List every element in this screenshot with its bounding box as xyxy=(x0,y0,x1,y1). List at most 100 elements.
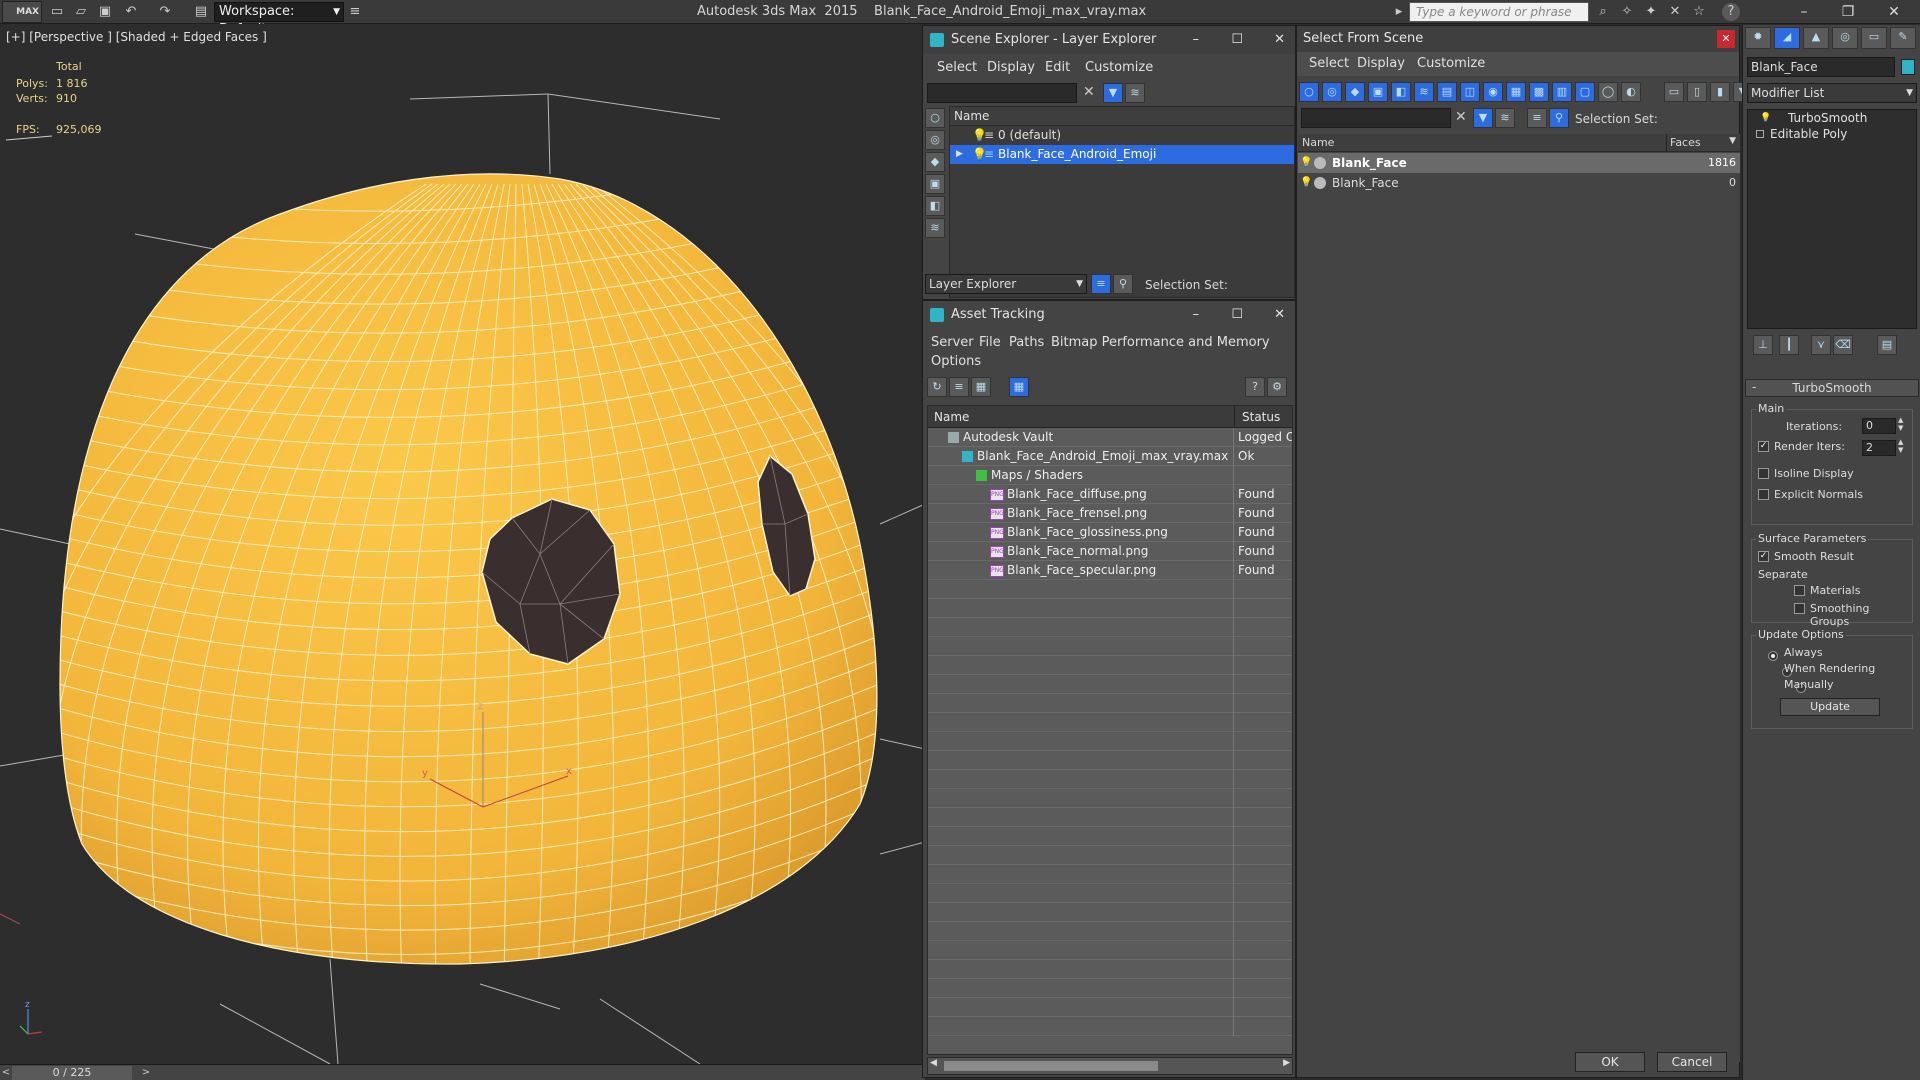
menu-file[interactable]: File xyxy=(979,335,1001,350)
menu-paths[interactable]: Paths xyxy=(1009,335,1044,350)
asset-tracking-titlebar[interactable]: Asset Tracking – ☐ ✕ xyxy=(923,301,1295,329)
display-cameras-icon[interactable]: ▣ xyxy=(925,174,945,194)
maximize-icon[interactable]: ☐ xyxy=(1231,301,1243,329)
stack-item-turbosmooth[interactable]: 💡 TurboSmooth xyxy=(1748,110,1916,126)
display-warps-icon[interactable]: ≋ xyxy=(1414,82,1434,102)
display-containers-icon[interactable]: ▦ xyxy=(1506,82,1526,102)
menu-display[interactable]: Display xyxy=(1357,56,1405,71)
create-tab-icon[interactable]: ✹ xyxy=(1745,27,1771,49)
filter-icon[interactable]: ▼ xyxy=(1103,83,1123,103)
remove-modifier-icon[interactable]: ⌫ xyxy=(1833,335,1853,355)
maximize-icon[interactable]: ☐ xyxy=(1231,26,1243,54)
layer-tools-icon[interactable]: ≋ xyxy=(1495,108,1515,128)
filter-input[interactable] xyxy=(927,83,1077,103)
bulb-icon[interactable]: 💡 xyxy=(1760,110,1771,126)
display-geometry-icon[interactable]: ○ xyxy=(925,108,945,128)
find-input[interactable] xyxy=(1301,108,1451,128)
always-radio[interactable] xyxy=(1768,650,1778,661)
display-none-icon[interactable]: ◯ xyxy=(1598,82,1618,102)
exchange-icon[interactable]: ✕ xyxy=(1666,3,1684,21)
close-icon[interactable]: ✕ xyxy=(1876,0,1912,24)
display-geometry-icon[interactable]: ○ xyxy=(1299,82,1319,102)
settings-icon[interactable]: ⚙ xyxy=(1267,377,1287,397)
display-shapes-icon[interactable]: ◎ xyxy=(1322,82,1342,102)
open-file-icon[interactable]: ▱ xyxy=(72,3,90,21)
scene-explorer-titlebar[interactable]: Scene Explorer - Layer Explorer – ☐ ✕ xyxy=(923,26,1295,54)
select-invert-icon[interactable]: ▮ xyxy=(1710,82,1730,102)
app-logo[interactable]: MAX xyxy=(2,1,42,23)
spinner-arrows-icon[interactable]: ▲ ▼ xyxy=(1898,438,1903,454)
perspective-viewport[interactable]: z y x z [+] [Perspective ] [Shaded + Edg… xyxy=(0,24,925,1064)
display-cameras-icon[interactable]: ▣ xyxy=(1368,82,1388,102)
workspace-dropdown[interactable]: Workspace: Default ▼ xyxy=(214,2,344,37)
search-input[interactable]: Type a keyword or phrase xyxy=(1409,2,1589,22)
clear-find-icon[interactable]: ✕ xyxy=(1455,109,1467,125)
workspace-menu-icon[interactable]: ≡ xyxy=(346,3,364,21)
object-color-swatch[interactable] xyxy=(1901,59,1915,75)
menu-display[interactable]: Display xyxy=(987,60,1035,75)
select-all-icon[interactable]: ▭ xyxy=(1664,82,1684,102)
display-all-icon[interactable]: ▢ xyxy=(1575,82,1595,102)
sort-icon[interactable]: ≡ xyxy=(1527,108,1547,128)
menu-select[interactable]: Select xyxy=(937,60,977,75)
column-divider[interactable] xyxy=(1666,134,1667,152)
menu-edit[interactable]: Edit xyxy=(1045,60,1070,75)
display-xrefs-icon[interactable]: ◫ xyxy=(1460,82,1480,102)
explicit-normals-checkbox[interactable] xyxy=(1758,489,1769,500)
prev-frame-button[interactable]: < xyxy=(0,1065,12,1080)
column-status[interactable]: Status xyxy=(1242,406,1280,428)
select-from-scene-titlebar[interactable]: Select From Scene ✕ xyxy=(1297,26,1739,52)
tools-icon[interactable]: ✧ xyxy=(1618,3,1636,21)
table-view-icon[interactable]: ▦ xyxy=(1009,377,1029,397)
materials-checkbox[interactable] xyxy=(1794,585,1805,596)
modifier-list-dropdown[interactable]: Modifier List ▼ xyxy=(1747,83,1917,103)
isoline-display-checkbox[interactable] xyxy=(1758,468,1769,479)
pin-stack-icon[interactable]: ⊥ xyxy=(1753,335,1773,355)
show-end-result-icon[interactable]: ┃ xyxy=(1779,335,1799,355)
asset-row[interactable]: PNG Blank_Face_frensel.png Found xyxy=(928,504,1292,523)
scroll-right-icon[interactable]: ▶ xyxy=(1283,1058,1290,1068)
filter-icon[interactable]: ▼ xyxy=(1473,108,1493,128)
stack-item-editable-poly[interactable]: Editable Poly xyxy=(1748,126,1916,142)
asset-row[interactable]: Maps / Shaders xyxy=(928,466,1292,485)
display-lights-icon[interactable]: ◆ xyxy=(1345,82,1365,102)
asset-row[interactable]: PNG Blank_Face_diffuse.png Found xyxy=(928,485,1292,504)
time-slider-thumb[interactable]: 0 / 225 xyxy=(12,1066,132,1080)
viewport-label[interactable]: [+] [Perspective ] [Shaded + Edged Faces… xyxy=(6,30,267,44)
minimize-icon[interactable]: – xyxy=(1193,26,1200,54)
new-file-icon[interactable]: ▭ xyxy=(48,3,66,21)
display-lights-icon[interactable]: ◆ xyxy=(925,152,945,172)
scrollbar-thumb[interactable] xyxy=(944,1061,1158,1071)
save-icon[interactable]: ▣ xyxy=(96,3,114,21)
restore-icon[interactable]: ❐ xyxy=(1830,0,1866,24)
binoculars-icon[interactable]: ⌕ xyxy=(1594,3,1612,21)
spinner-arrows-icon[interactable]: ▲ ▼ xyxy=(1898,416,1903,432)
undo-icon[interactable]: ↶ xyxy=(122,3,140,21)
ok-button[interactable]: OK xyxy=(1575,1052,1645,1072)
minimize-icon[interactable]: – xyxy=(1786,0,1822,24)
time-slider[interactable]: < 0 / 225 > xyxy=(0,1064,925,1080)
invert-display-icon[interactable]: ◐ xyxy=(1621,82,1641,102)
configure-modifier-sets-icon[interactable]: ▤ xyxy=(1877,335,1897,355)
asset-row[interactable]: Autodesk Vault Logged Out xyxy=(928,428,1292,447)
menu-server[interactable]: Server xyxy=(931,335,974,350)
make-unique-icon[interactable]: ⋎ xyxy=(1811,335,1831,355)
menu-options[interactable]: Options xyxy=(931,354,981,369)
close-icon[interactable]: ✕ xyxy=(1274,301,1285,329)
object-row[interactable]: 💡 Blank_Face 1816 xyxy=(1298,153,1740,173)
column-faces[interactable]: Faces xyxy=(1670,136,1701,149)
asset-row[interactable]: PNG Blank_Face_normal.png Found xyxy=(928,542,1292,561)
asset-row[interactable]: PNG Blank_Face_specular.png Found xyxy=(928,561,1292,580)
scroll-left-icon[interactable]: ◀ xyxy=(930,1058,937,1068)
render-iters-checkbox[interactable]: ✓ xyxy=(1758,441,1769,452)
favorites-icon[interactable]: ☆ xyxy=(1690,3,1708,21)
display-helpers-icon[interactable]: ◧ xyxy=(925,196,945,216)
thumbnail-view-icon[interactable]: ▦ xyxy=(971,377,991,397)
menu-bitmap-performance[interactable]: Bitmap Performance and Memory xyxy=(1051,335,1270,350)
hierarchy-icon[interactable]: ⚲ xyxy=(1549,108,1569,128)
menu-customize[interactable]: Customize xyxy=(1417,56,1485,71)
display-bones-icon[interactable]: ◉ xyxy=(1483,82,1503,102)
close-icon[interactable]: ✕ xyxy=(1274,26,1285,54)
cancel-button[interactable]: Cancel xyxy=(1657,1052,1727,1072)
sort-by-layer-icon[interactable]: ≡ xyxy=(1091,274,1111,294)
